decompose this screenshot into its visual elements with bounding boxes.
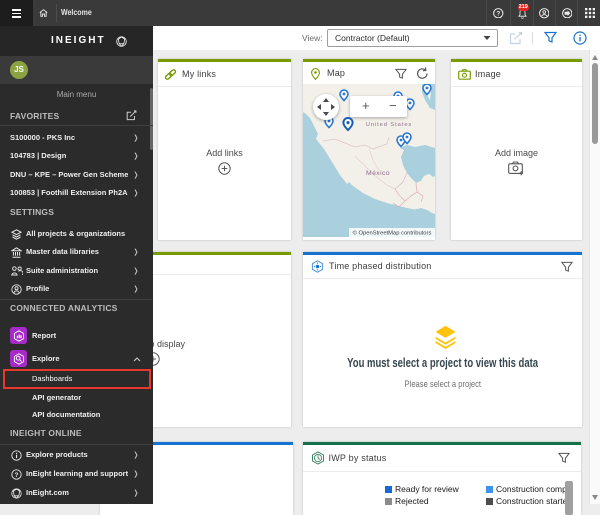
svg-text:?: ? [496, 10, 500, 17]
svg-text:United States: United States [366, 122, 413, 128]
svg-text:?: ? [15, 472, 19, 479]
svg-text:© OpenStreetMap contributors: © OpenStreetMap contributors [353, 230, 432, 237]
svg-text:México: México [366, 170, 390, 177]
